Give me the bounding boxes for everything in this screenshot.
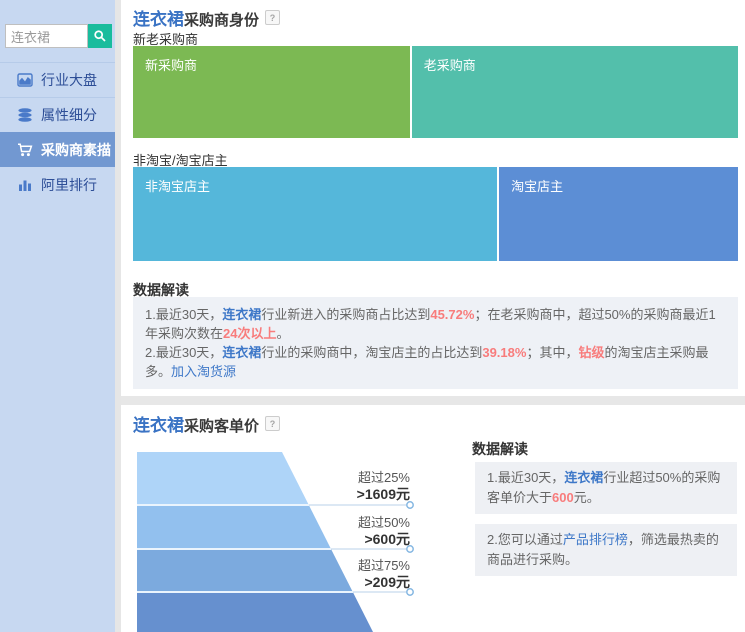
bar-segment-label: 淘宝店主 [511,179,563,194]
text-segment: 行业的采购商中，淘宝店主的占比达到 [261,345,482,360]
tier-callout-2: 超过50% >600元 [358,514,410,548]
bar-segment-label: 新采购商 [145,58,197,73]
search-button[interactable] [88,24,112,48]
section1-title: 连衣裙 采购商身份 ? [133,5,280,30]
tier-callout-1: 超过25% >1609元 [357,469,410,503]
tier-value: >600元 [358,531,410,548]
inline-link[interactable]: 产品排行榜 [563,532,628,547]
section2-title: 连衣裙 采购客单价 ? [133,411,280,436]
help-icon[interactable]: ? [265,10,280,25]
bar-segment-label: 老采购商 [424,58,476,73]
tier-callout-3: 超过75% >209元 [358,557,410,591]
search-icon [93,29,107,43]
tier-value: >209元 [358,574,410,591]
insight-box: 1.最近30天，连衣裙行业新进入的采购商占比达到45.72%；在老采购商中，超过… [133,297,738,389]
sidebar-item-label: 阿里排行 [41,175,97,195]
bar-segment[interactable]: 新采购商 [133,46,410,138]
text-segment: 1.最近30天， [487,470,564,485]
text-segment: 元。 [574,490,600,505]
sidebar-menu: 行业大盘 属性细分 采购商素描 [0,62,115,202]
bar-chart-taobao: 非淘宝店主 淘宝店主 [133,167,738,261]
insight-heading: 数据解读 [472,439,528,459]
title-keyword: 连衣裙 [133,411,184,436]
pyramid-tier-1[interactable] [137,452,309,505]
text-segment: 。 [276,326,289,341]
highlight-value: 39.18% [482,345,526,360]
title-rest: 采购商身份 [184,9,259,30]
search-input[interactable] [5,24,88,48]
inline-link[interactable]: 连衣裙 [564,470,603,485]
inline-link[interactable]: 连衣裙 [222,345,261,360]
tier-label: 超过75% [358,557,410,574]
bar-chart-icon [17,177,33,193]
pyramid-tier-4[interactable] [137,592,373,632]
text-segment: 行业新进入的采购商占比达到 [261,307,430,322]
sidebar-item-industry-overview[interactable]: 行业大盘 [0,62,115,97]
insight-line-1: 1.最近30天，连衣裙行业新进入的采购商占比达到45.72%；在老采购商中，超过… [145,305,726,343]
text-segment: ；其中， [526,345,578,360]
highlight-value: 45.72% [430,307,474,322]
sidebar-item-label: 采购商素描 [41,140,111,160]
sidebar-item-buyer-profile[interactable]: 采购商素描 [0,132,121,167]
bar-segment[interactable]: 淘宝店主 [499,167,738,261]
sidebar-item-ali-ranking[interactable]: 阿里排行 [0,167,115,202]
sidebar-item-label: 行业大盘 [41,70,97,90]
inline-link[interactable]: 加入淘货源 [171,364,236,379]
highlight-value: 24次以上 [223,326,276,341]
section-divider [121,396,745,405]
pyramid-tier-2[interactable] [137,505,331,549]
highlight-value: 600 [552,490,574,505]
tier-label: 超过25% [357,469,410,486]
sidebar: 行业大盘 属性细分 采购商素描 [0,0,115,632]
help-icon[interactable]: ? [265,416,280,431]
title-rest: 采购客单价 [184,415,259,436]
bar-segment[interactable]: 老采购商 [412,46,738,138]
sidebar-item-attribute-breakdown[interactable]: 属性细分 [0,97,115,132]
insight-box-1: 1.最近30天，连衣裙行业超过50%的采购客单价大于600元。 [475,462,737,514]
sidebar-content-divider [115,0,121,632]
bar-segment[interactable]: 非淘宝店主 [133,167,497,261]
cart-icon [17,142,33,158]
text-segment: 1.最近30天， [145,307,222,322]
inline-link[interactable]: 连衣裙 [222,307,261,322]
insight-box-2: 2.您可以通过产品排行榜，筛选最热卖的商品进行采购。 [475,524,737,576]
insight-line-2: 2.最近30天，连衣裙行业的采购商中，淘宝店主的占比达到39.18%；其中，钻级… [145,343,726,381]
highlight-value: 钻级 [578,345,604,360]
text-segment: 2.最近30天， [145,345,222,360]
area-chart-icon [17,72,33,88]
tier-label: 超过50% [358,514,410,531]
text-segment: 2.您可以通过 [487,532,563,547]
sidebar-item-label: 属性细分 [41,105,97,125]
layers-icon [17,107,33,123]
pyramid-tier-3[interactable] [137,549,353,592]
tier-value: >1609元 [357,486,410,503]
bar-chart-new-old: 新采购商 老采购商 [133,46,738,138]
title-keyword: 连衣裙 [133,5,184,30]
bar-segment-label: 非淘宝店主 [145,179,210,194]
